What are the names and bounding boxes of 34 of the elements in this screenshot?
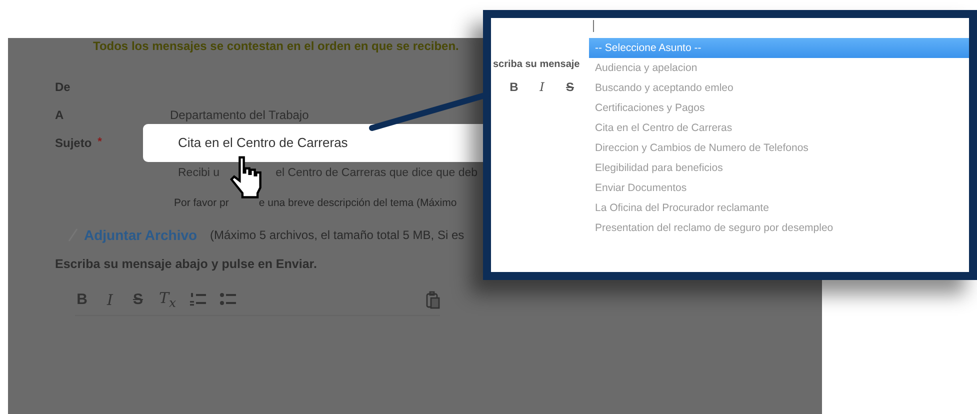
placeholder-text: Por favor pr <box>174 197 229 209</box>
dropdown-option[interactable]: Direccion y Cambios de Numero de Telefonos <box>589 138 969 158</box>
text-cursor <box>593 20 594 32</box>
numbered-list-icon[interactable] <box>190 293 206 306</box>
field-label: De <box>55 80 70 94</box>
attachment-note: (Máximo 5 archivos, el tamaño total 5 MB, Si es <box>210 228 464 242</box>
strikethrough-button[interactable]: S <box>131 291 145 308</box>
dropdown-option[interactable]: Certificaciones y Pagos <box>589 98 969 118</box>
strikethrough-button[interactable]: S <box>563 80 577 94</box>
bold-button[interactable]: B <box>75 291 89 308</box>
field-value: Departamento del Trabajo <box>169 108 310 122</box>
italic-button[interactable]: I <box>103 290 117 308</box>
dropdown-option[interactable]: Cita en el Centro de Carreras <box>589 118 969 138</box>
description-text: el Centro de Carreras que dice que deb <box>276 167 478 179</box>
italic-button[interactable]: I <box>535 80 549 94</box>
notice-text: Todos los mensajes se contestan en el orden en que se reciben. <box>93 39 459 55</box>
dropdown-option[interactable]: -- Seleccione Asunto -- <box>589 38 969 58</box>
paste-icon[interactable] <box>426 290 440 308</box>
dropdown-option[interactable]: Elegibilidad para beneficios <box>589 158 969 178</box>
field-label: A <box>55 108 64 122</box>
dropdown-option[interactable]: La Oficina del Procurador reclamante <box>589 198 969 218</box>
field-label: Sujeto <box>55 136 92 150</box>
dropdown-option[interactable]: Presentation del reclamo de seguro por desempleo <box>589 218 969 238</box>
description-text: Recibi u <box>178 167 220 179</box>
placeholder-text: e una breve descripción del tema (Máximo <box>258 197 457 209</box>
message-prompt: scriba su mensaje <box>493 59 581 70</box>
dropdown-option[interactable]: Enviar Documentos <box>589 178 969 198</box>
clear-format-button[interactable]: T$_{x}$ <box>159 289 176 310</box>
dropdown-option[interactable]: Buscando y aceptando emleo <box>589 78 969 98</box>
message-prompt: Escriba su mensaje abajo y pulse en Enviar. <box>55 257 318 271</box>
bold-button[interactable]: B <box>507 80 521 94</box>
bullet-list-icon[interactable] <box>220 293 236 306</box>
dropdown-option[interactable]: Audiencia y apelacion <box>589 58 969 78</box>
required-mark: * <box>98 136 102 150</box>
